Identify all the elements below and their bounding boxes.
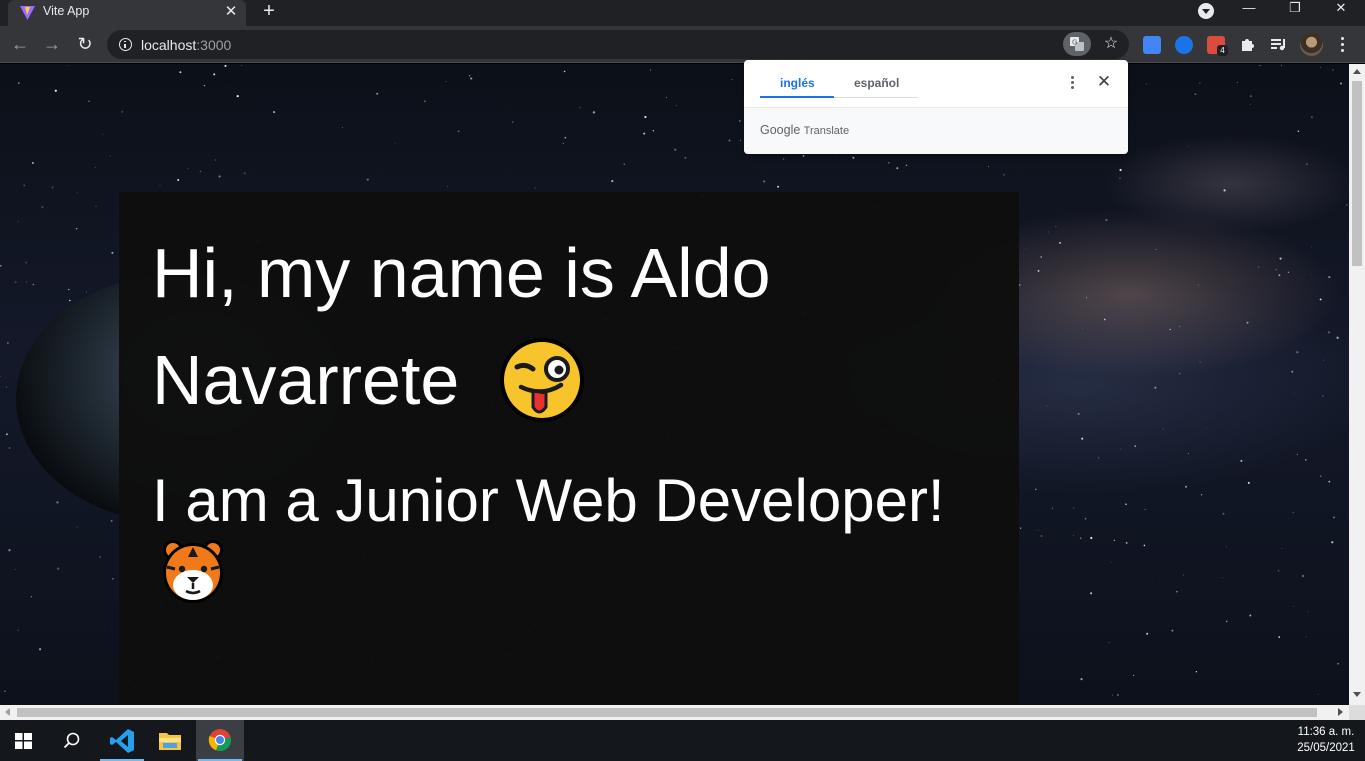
windows-start-icon[interactable] bbox=[0, 720, 48, 761]
tab-spanish[interactable]: español bbox=[854, 76, 899, 90]
translate-page-icon[interactable]: G bbox=[1063, 32, 1091, 56]
greeting-line-2: Navarrete bbox=[152, 341, 460, 419]
tab-close-icon[interactable]: ✕ bbox=[222, 3, 240, 21]
tab-english[interactable]: inglés bbox=[780, 76, 815, 90]
horizontal-scroll-thumb[interactable] bbox=[17, 708, 1317, 717]
cloud-extension-icon[interactable] bbox=[1175, 36, 1193, 54]
horizontal-scrollbar[interactable] bbox=[0, 705, 1349, 720]
extensions-puzzle-icon[interactable] bbox=[1239, 36, 1257, 54]
vertical-scroll-thumb[interactable] bbox=[1352, 81, 1362, 266]
chrome-taskbar-icon[interactable] bbox=[196, 720, 244, 761]
site-info-icon[interactable] bbox=[119, 38, 132, 51]
close-window-button[interactable]: ✕ bbox=[1318, 0, 1364, 22]
popup-footer: Google Translate bbox=[744, 108, 1128, 154]
subtitle: I am a Junior Web Developer! bbox=[152, 467, 1012, 605]
media-control-icon[interactable] bbox=[1270, 36, 1288, 54]
google-translate-brand: Google Translate bbox=[760, 123, 850, 137]
svg-text:G: G bbox=[1072, 39, 1077, 47]
url-text: localhost:3000 bbox=[141, 37, 232, 53]
restore-button[interactable]: ❐ bbox=[1272, 0, 1318, 22]
scrollbar-corner bbox=[1349, 705, 1365, 720]
translate-popup: inglés español ✕ Google Translate bbox=[744, 60, 1128, 154]
bookmark-star-icon[interactable]: ☆ bbox=[1100, 33, 1122, 55]
reload-icon[interactable]: ↻ bbox=[73, 33, 97, 57]
translate-options-icon[interactable] bbox=[1066, 74, 1078, 94]
extension-badge: 4 bbox=[1217, 45, 1228, 56]
address-bar[interactable]: localhost:3000 G ☆ bbox=[107, 30, 1129, 59]
scroll-down-arrow-icon[interactable] bbox=[1353, 692, 1361, 697]
file-explorer-icon[interactable] bbox=[146, 720, 194, 761]
new-tab-button[interactable]: + bbox=[258, 0, 280, 24]
subtitle-text: I am a Junior Web Developer! bbox=[152, 467, 945, 534]
tiger-face-icon bbox=[163, 540, 223, 604]
tab-vite-app[interactable]: Vite App ✕ bbox=[8, 0, 246, 26]
forward-arrow-icon[interactable]: → bbox=[40, 33, 64, 57]
scroll-up-arrow-icon[interactable] bbox=[1353, 69, 1361, 74]
google-translate-extension-icon[interactable] bbox=[1143, 36, 1161, 54]
minimize-button[interactable]: — bbox=[1226, 0, 1272, 22]
greeting-line-1: Hi, my name is Aldo bbox=[152, 234, 771, 312]
scroll-left-arrow-icon[interactable] bbox=[5, 708, 10, 716]
vertical-scrollbar[interactable] bbox=[1349, 64, 1365, 705]
vite-logo-icon bbox=[20, 6, 35, 20]
vscode-taskbar-icon[interactable] bbox=[98, 720, 146, 761]
page-title: Hi, my name is Aldo Navarrete bbox=[152, 220, 982, 434]
scroll-right-arrow-icon[interactable] bbox=[1338, 708, 1343, 716]
browser-toolbar: ← → ↻ localhost:3000 G ☆ 4 bbox=[0, 26, 1365, 63]
back-arrow-icon[interactable]: ← bbox=[8, 33, 32, 57]
browser-menu-icon[interactable] bbox=[1335, 34, 1349, 56]
search-icon[interactable] bbox=[48, 720, 96, 761]
clock-date: 25/05/2021 bbox=[1297, 742, 1355, 754]
todoist-extension-icon[interactable]: 4 bbox=[1207, 36, 1228, 56]
active-tab-indicator bbox=[760, 96, 834, 98]
clock-time: 11:36 a. m. bbox=[1297, 726, 1355, 738]
tab-strip: Vite App ✕ + — ❐ ✕ bbox=[0, 0, 1365, 26]
translate-close-icon[interactable]: ✕ bbox=[1093, 71, 1115, 93]
winking-face-with-tongue-icon bbox=[499, 337, 584, 422]
tab-title: Vite App bbox=[43, 4, 90, 18]
profile-avatar[interactable] bbox=[1300, 33, 1323, 56]
windows-taskbar: 11:36 a. m. 25/05/2021 bbox=[0, 720, 1365, 761]
system-clock[interactable]: 11:36 a. m. 25/05/2021 bbox=[1290, 724, 1362, 756]
tab-search-icon[interactable] bbox=[1198, 3, 1214, 19]
